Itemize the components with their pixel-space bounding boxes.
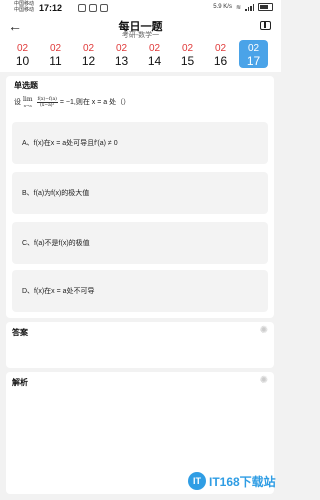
answer-panel: 答案 ✺ [6, 322, 274, 368]
net-speed: 5.9 K/s [213, 4, 232, 10]
fraction-expression: f(x)−f(a) (x−a)² [36, 96, 58, 108]
sun-icon: ✺ [259, 325, 268, 336]
status-bar: 中国移动 中国移动 17:12 5.9 K/s ≋ [0, 0, 281, 16]
date-selector: 02 10 02 11 02 12 02 13 02 14 02 15 02 16 02 17 [0, 40, 281, 72]
question-card: 单选题 设 lim x→a f(x)−f(a) (x−a)² = −1,则在 x… [6, 76, 274, 318]
analysis-title: 解析 [12, 378, 28, 387]
carrier-labels: 中国移动 中国移动 [14, 1, 34, 13]
book-icon[interactable] [260, 21, 271, 30]
watermark: IT IT168下载站 [188, 472, 276, 490]
answer-title: 答案 [12, 328, 28, 337]
date-item[interactable]: 02 12 [74, 40, 103, 68]
carrier-2: 中国移动 [14, 7, 35, 13]
date-item[interactable]: 02 13 [107, 40, 136, 68]
date-item[interactable]: 02 14 [140, 40, 169, 68]
sun-icon: ✺ [259, 375, 268, 386]
wifi-icon: ≋ [235, 4, 241, 11]
date-item-selected[interactable]: 02 17 [239, 40, 268, 68]
question-type: 单选题 [14, 81, 38, 90]
date-item[interactable]: 02 16 [206, 40, 235, 68]
app-header: ← 每日一题 考研-数学一 [0, 16, 281, 40]
option-d[interactable]: D、f(x)在x = a处不可导 [12, 270, 268, 312]
status-time: 17:12 [39, 3, 63, 13]
page-subtitle: 考研-数学一 [121, 32, 160, 39]
date-item[interactable]: 02 15 [173, 40, 202, 68]
date-item[interactable]: 02 11 [41, 40, 70, 68]
question-text: 设 lim x→a f(x)−f(a) (x−a)² = −1,则在 x = a… [14, 96, 131, 108]
option-c[interactable]: C、f(a)不是f(x)的极值 [12, 222, 268, 264]
watermark-logo: IT [188, 472, 206, 490]
limit-expression: lim x→a [23, 96, 33, 108]
option-b[interactable]: B、f(a)为f(x)的极大值 [12, 172, 268, 214]
headset-icon [78, 4, 86, 12]
chat-icon [89, 4, 97, 12]
notification-icons [78, 4, 108, 12]
battery-icon [258, 3, 273, 11]
date-item[interactable]: 02 10 [8, 40, 37, 68]
option-a[interactable]: A、f(x)在x = a处可导且f′(a) ≠ 0 [12, 122, 268, 164]
app-icon [100, 4, 108, 12]
signal-icon [245, 3, 254, 11]
status-right: 5.9 K/s ≋ [213, 3, 273, 11]
watermark-text: IT168下载站 [209, 474, 276, 489]
